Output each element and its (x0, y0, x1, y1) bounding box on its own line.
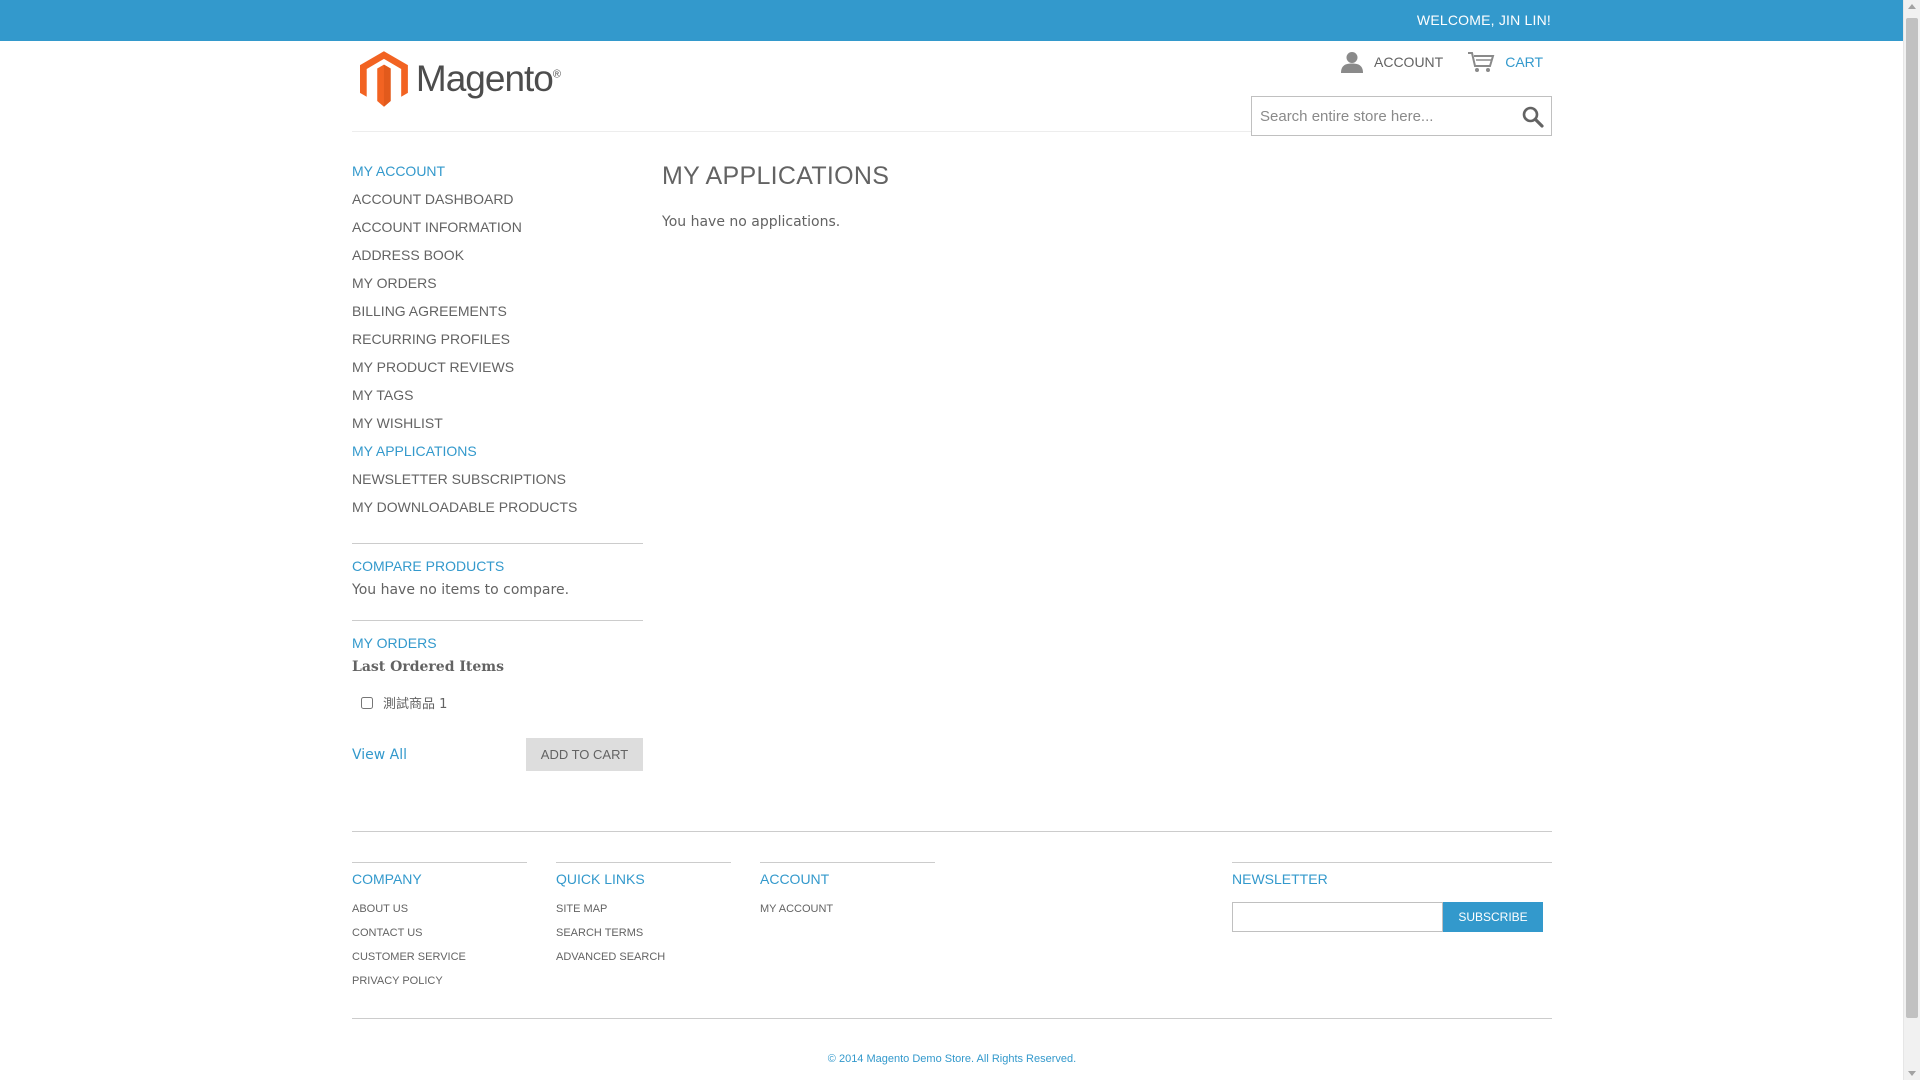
logo-wordmark: Magento® (415, 58, 561, 99)
footer-newsletter-title: NEWSLETTER (1232, 871, 1328, 887)
page-title: MY APPLICATIONS (662, 162, 890, 190)
top-bar: WELCOME, JIN LIN! (0, 0, 1903, 41)
footer-link-customer-service[interactable]: CUSTOMER SERVICE (352, 950, 527, 974)
search-input[interactable] (1252, 97, 1502, 135)
sidebar-divider (352, 543, 643, 544)
cart-label: CART (1505, 54, 1544, 70)
my-orders-title: MY ORDERS (352, 635, 437, 651)
ordered-item: 測試商品 1 (352, 693, 643, 712)
compare-empty-message: You have no items to compare. (352, 582, 570, 598)
footer-company: COMPANY ABOUT US CONTACT US CUSTOMER SER… (352, 862, 527, 998)
empty-applications-message: You have no applications. (662, 214, 841, 230)
magento-logo[interactable]: Magento® (360, 50, 561, 108)
newsletter-form: SUBSCRIBE (1232, 902, 1552, 932)
subscribe-button[interactable]: SUBSCRIBE (1443, 902, 1543, 932)
user-icon (1341, 52, 1363, 73)
account-label: ACCOUNT (1374, 54, 1444, 70)
my-account-title: MY ACCOUNT (352, 163, 446, 179)
nav-item-my-tags[interactable]: MY TAGS (352, 381, 643, 409)
header-links: ACCOUNT CART (1340, 51, 1543, 73)
footer-link-site-map[interactable]: SITE MAP (556, 902, 731, 926)
view-all-link[interactable]: View All (352, 747, 407, 763)
cart-icon (1468, 52, 1495, 72)
newsletter-email-input[interactable] (1232, 902, 1443, 932)
cart-link[interactable]: CART (1467, 51, 1543, 73)
footer-link-privacy-policy[interactable]: PRIVACY POLICY (352, 974, 527, 998)
footer-newsletter: NEWSLETTER SUBSCRIBE (1232, 862, 1552, 932)
compare-products-title: COMPARE PRODUCTS (352, 558, 505, 574)
footer-link-about-us[interactable]: ABOUT US (352, 902, 527, 926)
last-ordered-items-title: Last Ordered Items (352, 659, 504, 675)
add-to-cart-button[interactable]: ADD TO CART (526, 738, 643, 771)
copyright-text: © 2014 Magento Demo Store. All Rights Re… (827, 1053, 1077, 1065)
sidebar-divider (352, 620, 643, 621)
search-form (1251, 96, 1552, 136)
footer-account: ACCOUNT MY ACCOUNT (760, 862, 935, 926)
scrollbar-thumb[interactable] (1906, 18, 1918, 1018)
nav-item-newsletter-subscriptions[interactable]: NEWSLETTER SUBSCRIPTIONS (352, 465, 643, 493)
last-ordered-actions: View All ADD TO CART (352, 738, 643, 771)
nav-item-my-wishlist[interactable]: MY WISHLIST (352, 409, 643, 437)
magento-logo-icon (360, 51, 408, 107)
footer-link-contact-us[interactable]: CONTACT US (352, 926, 527, 950)
vertical-scrollbar[interactable] (1903, 0, 1920, 1080)
footer-account-title: ACCOUNT (760, 871, 830, 887)
ordered-item-name[interactable]: 測試商品 1 (383, 693, 447, 712)
header-divider (352, 131, 1251, 132)
footer-column-rule (1232, 862, 1552, 863)
nav-item-my-applications: MY APPLICATIONS (352, 443, 477, 459)
footer-column-rule (556, 862, 731, 863)
account-nav: ACCOUNT DASHBOARD ACCOUNT INFORMATION AD… (352, 185, 643, 521)
scroll-down-arrow-icon[interactable] (1908, 1071, 1916, 1076)
footer-link-advanced-search[interactable]: ADVANCED SEARCH (556, 950, 731, 974)
account-link[interactable]: ACCOUNT (1340, 51, 1443, 73)
account-sidebar: MY ACCOUNT ACCOUNT DASHBOARD ACCOUNT INF… (352, 163, 643, 771)
footer-link-search-terms[interactable]: SEARCH TERMS (556, 926, 731, 950)
nav-item-my-orders[interactable]: MY ORDERS (352, 269, 643, 297)
footer-quick-links-title: QUICK LINKS (556, 871, 645, 887)
welcome-message: WELCOME, JIN LIN! (1416, 12, 1551, 28)
footer-company-title: COMPANY (352, 871, 422, 887)
footer-column-rule (352, 862, 527, 863)
scroll-up-arrow-icon[interactable] (1908, 4, 1916, 9)
nav-item-billing-agreements[interactable]: BILLING AGREEMENTS (352, 297, 643, 325)
footer-bottom-divider (352, 1018, 1552, 1019)
nav-item-recurring-profiles[interactable]: RECURRING PROFILES (352, 325, 643, 353)
footer-quick-links: QUICK LINKS SITE MAP SEARCH TERMS ADVANC… (556, 862, 731, 974)
nav-item-account-information[interactable]: ACCOUNT INFORMATION (352, 213, 643, 241)
footer-link-my-account[interactable]: MY ACCOUNT (760, 902, 935, 926)
search-icon[interactable] (1521, 105, 1545, 129)
nav-item-account-dashboard[interactable]: ACCOUNT DASHBOARD (352, 185, 643, 213)
main-content: MY APPLICATIONS You have no applications… (662, 162, 889, 230)
ordered-item-checkbox[interactable] (361, 696, 373, 709)
footer-divider (352, 831, 1552, 832)
nav-item-address-book[interactable]: ADDRESS BOOK (352, 241, 643, 269)
footer-column-rule (760, 862, 935, 863)
nav-item-my-downloadable-products[interactable]: MY DOWNLOADABLE PRODUCTS (352, 493, 643, 521)
nav-item-my-product-reviews[interactable]: MY PRODUCT REVIEWS (352, 353, 643, 381)
